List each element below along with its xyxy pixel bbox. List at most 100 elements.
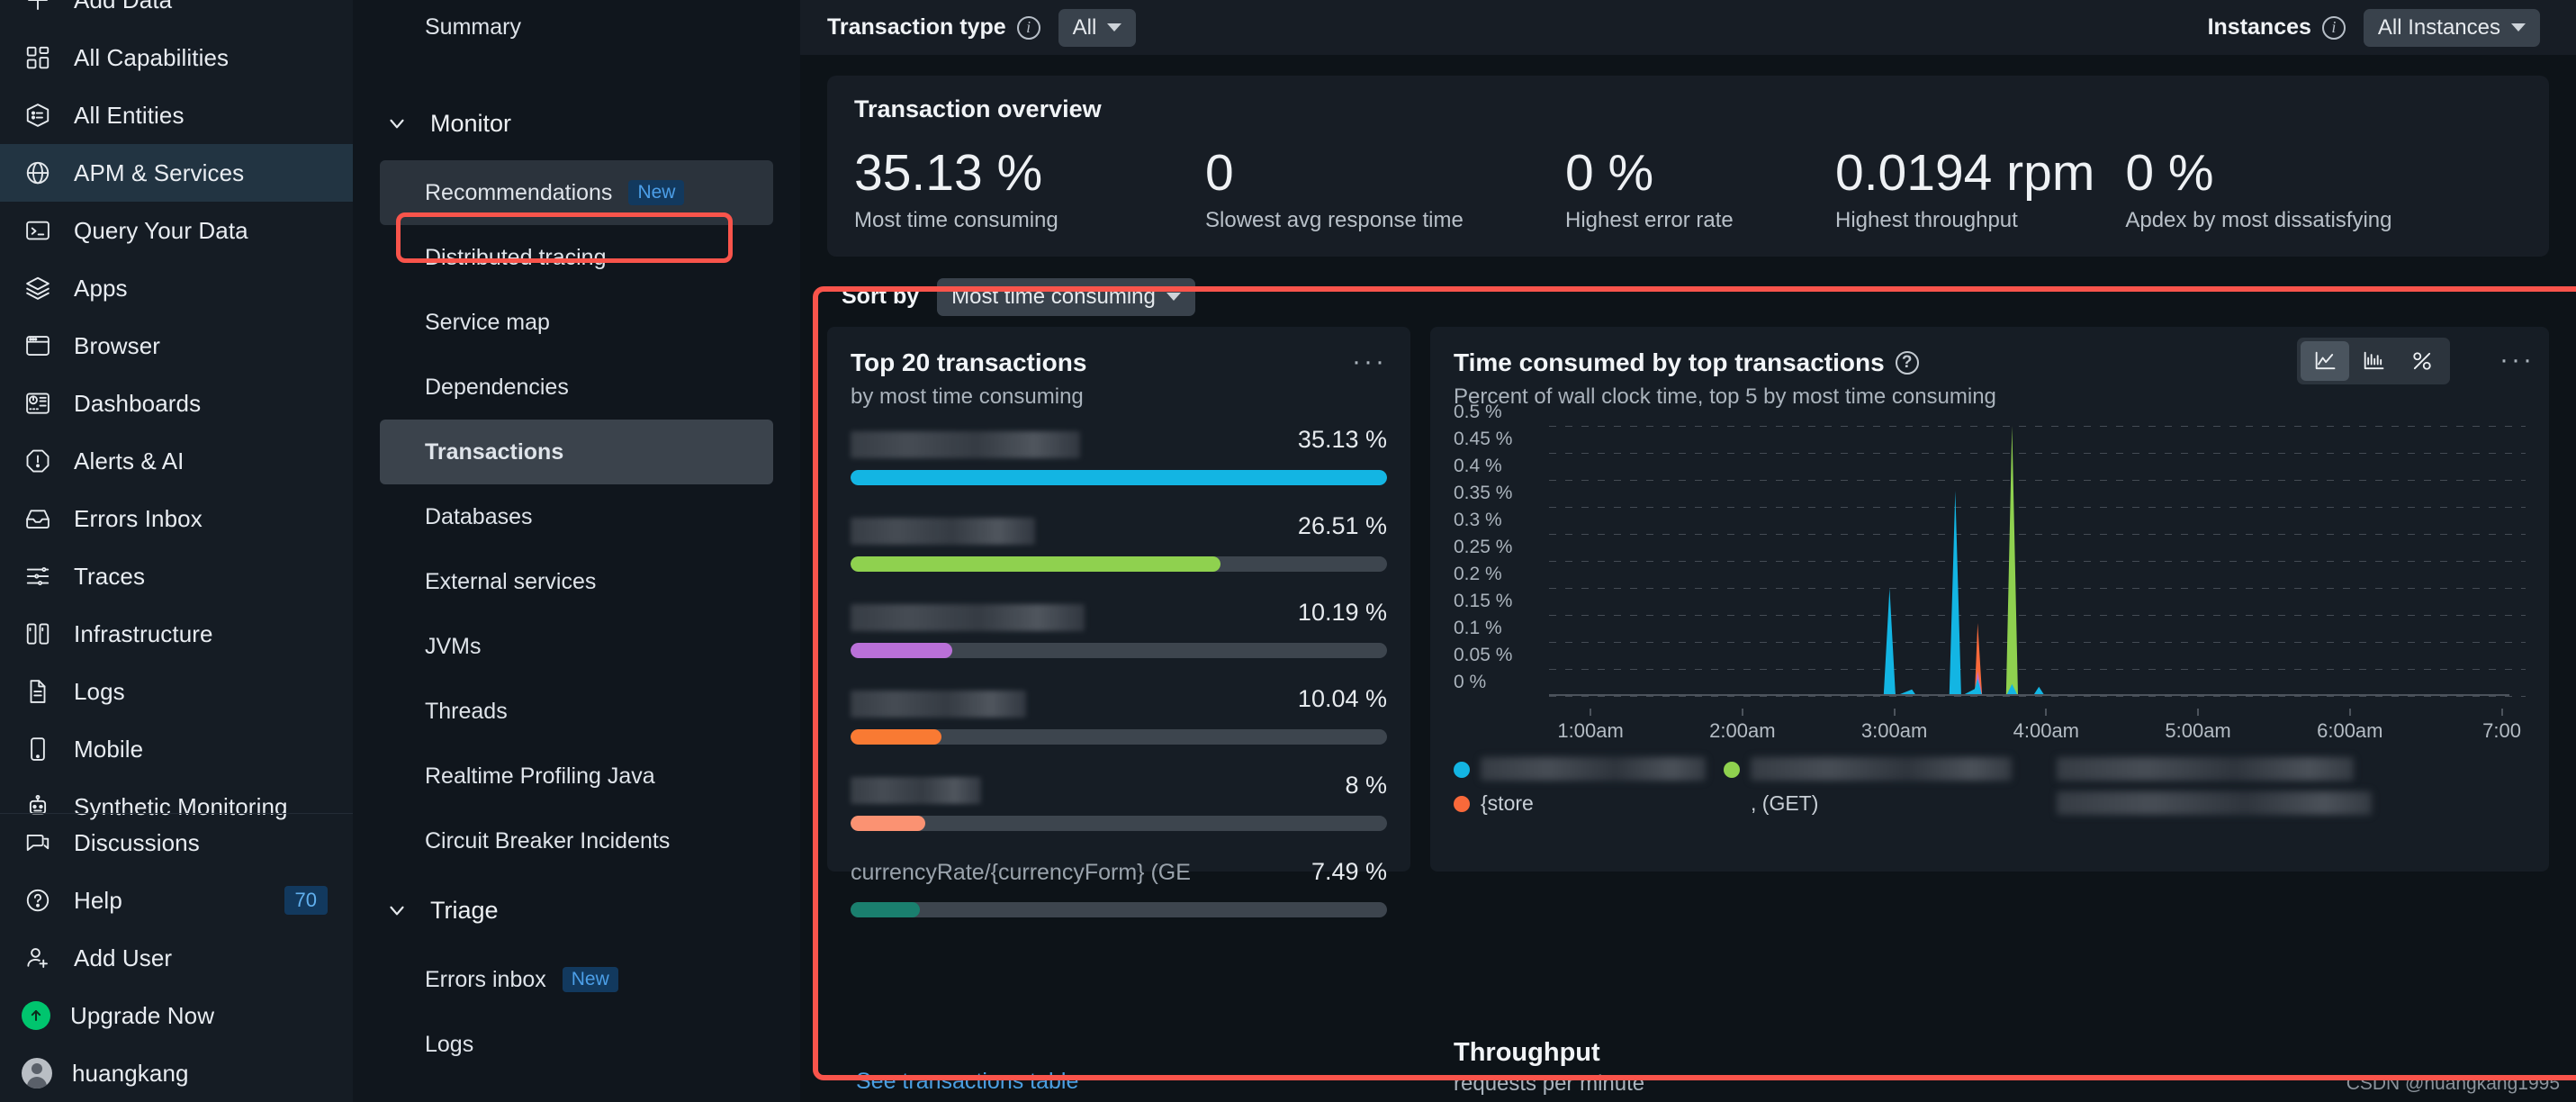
subnav-item-service-map[interactable]: Service map — [380, 290, 773, 355]
sidebar-item-all-entities[interactable]: All Entities — [0, 86, 353, 144]
sidebar-item-label: Alerts & AI — [74, 447, 185, 474]
legend-item[interactable] — [1454, 756, 1724, 791]
document-icon — [22, 675, 54, 708]
transaction-name — [851, 430, 1080, 458]
subnav-item-databases[interactable]: Databases — [380, 484, 773, 549]
transaction-row[interactable]: 8 % — [851, 761, 1387, 847]
chevron-down-icon — [1166, 293, 1181, 302]
chart-x-tick-label: 4:00am — [2013, 718, 2080, 742]
traces-icon — [22, 560, 54, 592]
legend-item[interactable] — [2030, 790, 2372, 826]
legend-column: {store — [1454, 756, 1724, 826]
sidebar-item-all-capabilities[interactable]: All Capabilities — [0, 29, 353, 86]
sort-by-label: Sort by — [842, 284, 920, 310]
chart-y-tick-label: 0.3 % — [1454, 509, 1502, 530]
subnav-item-label: Dependencies — [425, 374, 569, 400]
transaction-percent: 8 % — [1345, 771, 1387, 799]
chart-legend: {store , (GET) — [1430, 743, 2549, 826]
subnav-item-external-services[interactable]: External services — [380, 549, 773, 614]
legend-item[interactable]: {store — [1454, 791, 1724, 826]
subnav-item-summary[interactable]: Summary — [380, 0, 773, 54]
sidebar-item-apps[interactable]: Apps — [0, 259, 353, 317]
sort-by-select[interactable]: Most time consuming — [937, 277, 1195, 316]
kpi-label: Slowest avg response time — [1205, 207, 1464, 232]
sidebar-item-dashboards[interactable]: Dashboards — [0, 375, 353, 432]
legend-column — [2030, 756, 2372, 826]
transaction-row[interactable]: 26.51 % — [851, 501, 1387, 588]
subnav-group-label: Triage — [430, 896, 499, 924]
sidebar-item-apm-services[interactable]: APM & Services — [0, 144, 353, 202]
see-transactions-table-link[interactable]: See transactions table — [856, 1069, 1078, 1095]
sidebar-item-errors-inbox[interactable]: Errors Inbox — [0, 490, 353, 547]
legend-label: , (GET) — [1751, 790, 1819, 815]
panel-more-icon[interactable]: ··· — [1352, 348, 1387, 375]
transaction-row[interactable]: 10.04 % — [851, 674, 1387, 761]
legend-color-dot — [1724, 761, 1740, 778]
sidebar-item-label: Errors Inbox — [74, 504, 203, 532]
sidebar-item-query-your-data[interactable]: Query Your Data — [0, 202, 353, 259]
kpi-value: 35.13 % — [854, 144, 1043, 202]
transaction-row[interactable]: 10.19 % — [851, 588, 1387, 674]
chart-x-tick — [2500, 708, 2503, 716]
legend-item[interactable] — [2030, 756, 2372, 791]
kpi-highest-throughput: 0.0194 rpm Highest throughput — [1835, 146, 2125, 233]
transaction-name: currencyRate/{currencyForm} (GE — [851, 859, 1191, 885]
transaction-type-select[interactable]: All — [1058, 8, 1137, 47]
info-icon[interactable]: i — [1016, 15, 1040, 40]
subnav-item-circuit-breaker-incidents[interactable]: Circuit Breaker Incidents — [380, 808, 773, 873]
sidebar-item-discussions[interactable]: Discussions — [0, 814, 353, 872]
percent-icon[interactable] — [2398, 341, 2446, 381]
legend-item[interactable] — [1724, 756, 2030, 791]
subnav-item-jvms[interactable]: JVMs — [380, 614, 773, 679]
panel-more-icon[interactable]: ··· — [2499, 346, 2535, 373]
subnav-item-errors-inbox[interactable]: Errors inbox New — [380, 947, 773, 1012]
grid-icon — [22, 41, 54, 74]
sort-by-value: Most time consuming — [951, 284, 1156, 309]
transaction-row[interactable]: 35.13 % — [851, 415, 1387, 501]
legend-item[interactable]: , (GET) — [1724, 791, 2030, 826]
sidebar-item-upgrade-now[interactable]: Upgrade Now — [0, 987, 353, 1044]
sidebar-item-mobile[interactable]: Mobile — [0, 720, 353, 778]
time-consumed-title-text: Time consumed by top transactions — [1454, 348, 1885, 376]
bar-chart-icon[interactable] — [2349, 341, 2398, 381]
subnav-item-realtime-profiling-java[interactable]: Realtime Profiling Java — [380, 744, 773, 808]
subnav-item-transactions[interactable]: Transactions — [380, 420, 773, 484]
sidebar-item-infrastructure[interactable]: Infrastructure — [0, 605, 353, 663]
subnav-item-logs[interactable]: Logs — [380, 1012, 773, 1077]
plus-icon — [22, 0, 54, 16]
area-chart-icon[interactable] — [2301, 340, 2349, 381]
sidebar-item-logs[interactable]: Logs — [0, 663, 353, 720]
subnav-item-label: JVMs — [425, 633, 482, 659]
transaction-row[interactable]: currencyRate/{currencyForm} (GE 7.49 % — [851, 847, 1387, 934]
chart-x-tick — [1590, 708, 1592, 716]
chart-x-tick-label: 6:00am — [2317, 718, 2383, 742]
top-transactions-subtitle: by most time consuming — [851, 384, 1084, 409]
sidebar-item-add-data[interactable]: Add Data — [0, 0, 353, 29]
sidebar-item-huangkang[interactable]: huangkang — [0, 1044, 353, 1102]
subnav-group-monitor[interactable]: Monitor — [380, 86, 773, 160]
subnav-item-recommendations[interactable]: Recommendations New — [380, 160, 773, 225]
chart-plot-area — [1549, 425, 2509, 696]
sidebar-item-browser[interactable]: Browser — [0, 317, 353, 375]
transaction-bar-fill — [851, 556, 1221, 572]
sidebar-item-label: Dashboards — [74, 389, 202, 417]
chart-y-tick-label: 0.4 % — [1454, 455, 1502, 476]
info-icon[interactable]: i — [2321, 15, 2346, 40]
instances-select[interactable]: All Instances — [2363, 8, 2540, 47]
transaction-list: 35.13 % 26.51 % 10.19 % 10.04 % 8 % currencyR… — [827, 410, 1410, 934]
subnav-item-threads[interactable]: Threads — [380, 679, 773, 744]
kpi-label: Most time consuming — [854, 207, 1058, 232]
subnav-item-distributed-tracing[interactable]: Distributed tracing — [380, 225, 773, 290]
time-consumed-subtitle: Percent of wall clock time, top 5 by mos… — [1454, 384, 1996, 409]
sidebar-item-add-user[interactable]: Add User — [0, 929, 353, 987]
chart-y-tick-label: 0.5 % — [1454, 401, 1502, 422]
sidebar-item-label: Query Your Data — [74, 216, 248, 244]
help-circle-icon[interactable]: ? — [1895, 350, 1919, 375]
subnav-item-dependencies[interactable]: Dependencies — [380, 355, 773, 420]
sidebar-item-traces[interactable]: Traces — [0, 547, 353, 605]
dashboard-icon — [22, 387, 54, 420]
sidebar-item-label: Traces — [74, 562, 146, 590]
subnav-group-triage[interactable]: Triage — [380, 873, 773, 947]
sidebar-item-alerts-ai[interactable]: Alerts & AI — [0, 432, 353, 490]
sidebar-item-help[interactable]: Help 70 — [0, 872, 353, 929]
